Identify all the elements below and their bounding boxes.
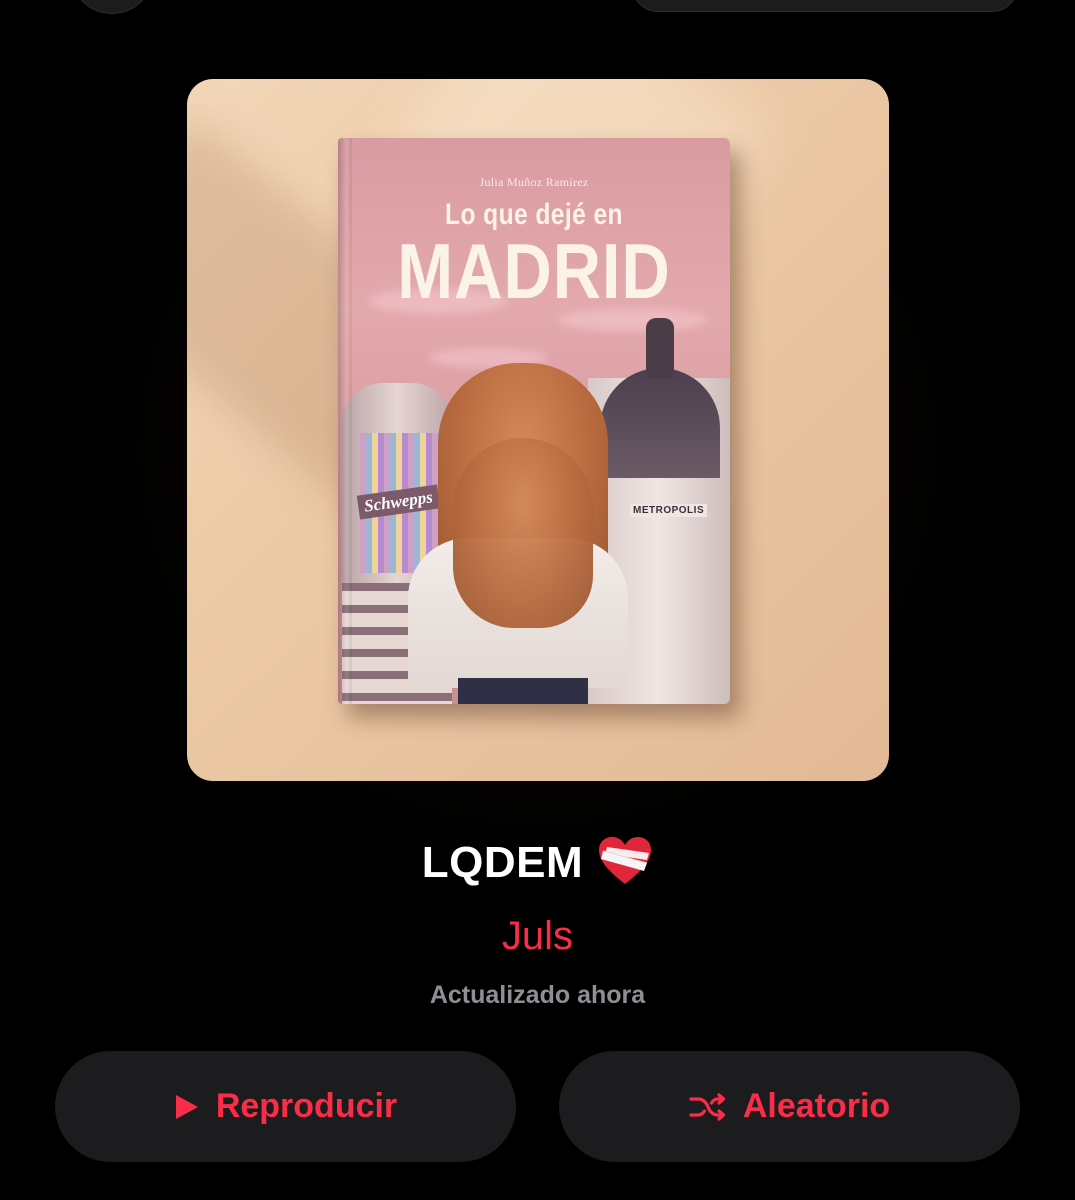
metropolis-sign: METROPOLIS <box>630 504 708 517</box>
playlist-title-row: LQDEM <box>0 836 1075 890</box>
dome-statue <box>646 318 674 378</box>
girl-hair-lower <box>453 438 593 628</box>
back-button[interactable] <box>72 0 152 14</box>
top-actions-pill[interactable] <box>632 0 1018 12</box>
shuffle-button-label: Aleatorio <box>742 1087 891 1125</box>
book-cover: Schwepps METROPOLIS Julia Muñoz Ramírez … <box>338 138 730 704</box>
play-button[interactable]: Reproducir <box>55 1051 516 1162</box>
play-button-label: Reproducir <box>215 1087 398 1125</box>
updated-status: Actualizado ahora <box>429 981 646 1009</box>
mending-heart-icon <box>597 836 653 886</box>
book-title-line2: MADRID <box>397 227 671 315</box>
book-spine <box>338 138 352 704</box>
metropolis-dome <box>600 368 720 478</box>
play-icon <box>174 1093 200 1121</box>
shuffle-icon <box>689 1092 727 1122</box>
shuffle-button[interactable]: Aleatorio <box>559 1051 1020 1162</box>
girl-waist <box>458 678 588 704</box>
playlist-artwork: Schwepps METROPOLIS Julia Muñoz Ramírez … <box>187 79 889 781</box>
playlist-title: LQDEM <box>421 838 584 887</box>
curator-name[interactable]: Juls <box>0 914 1075 959</box>
playlist-page: Schwepps METROPOLIS Julia Muñoz Ramírez … <box>0 0 1075 1200</box>
book-author: Julia Muñoz Ramírez <box>479 175 589 189</box>
